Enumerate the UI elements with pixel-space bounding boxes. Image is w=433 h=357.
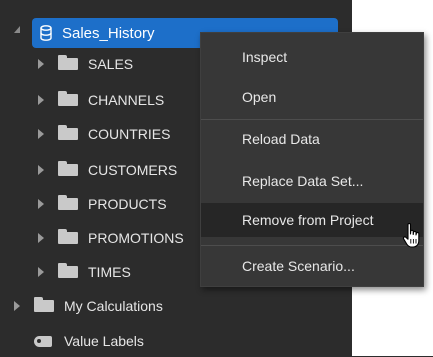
folder-icon <box>58 195 78 210</box>
menu-separator <box>201 119 423 120</box>
tree-root-label: Sales_History <box>62 24 155 42</box>
tree-item-label: TIMES <box>88 264 131 280</box>
menu-item-reload-data[interactable]: Reload Data <box>201 122 423 156</box>
tree-item-sales[interactable]: SALES <box>38 48 133 80</box>
tree-item-channels[interactable]: CHANNELS <box>38 84 164 116</box>
expand-arrow-icon[interactable] <box>38 59 44 69</box>
tree-item-my-calculations[interactable]: My Calculations <box>14 290 163 322</box>
menu-item-remove-from-project[interactable]: Remove from Project <box>201 203 423 237</box>
folder-icon <box>58 125 78 140</box>
folder-icon <box>58 161 78 176</box>
expand-arrow-icon[interactable] <box>38 267 44 277</box>
folder-icon <box>58 229 78 244</box>
expand-arrow-icon[interactable] <box>38 129 44 139</box>
tree-item-label: PROMOTIONS <box>88 230 184 246</box>
menu-item-label: Open <box>242 89 277 105</box>
menu-item-open[interactable]: Open <box>201 80 423 114</box>
context-menu: Inspect Open Reload Data Replace Data Se… <box>200 32 424 287</box>
tree-item-label: CUSTOMERS <box>88 162 178 178</box>
tree-item-label: COUNTRIES <box>88 126 171 142</box>
menu-item-label: Inspect <box>242 49 288 65</box>
tree-item-label: Value Labels <box>64 333 144 349</box>
expand-arrow-icon[interactable] <box>38 199 44 209</box>
folder-icon <box>58 91 78 106</box>
menu-item-replace-data-set[interactable]: Replace Data Set... <box>201 164 423 198</box>
tree-item-products[interactable]: PRODUCTS <box>38 188 167 220</box>
expand-arrow-icon[interactable] <box>14 301 20 311</box>
tree-item-label: My Calculations <box>64 298 163 314</box>
menu-item-create-scenario[interactable]: Create Scenario... <box>201 249 423 283</box>
menu-item-label: Remove from Project <box>242 212 374 228</box>
menu-separator <box>201 245 423 246</box>
expand-arrow-icon[interactable] <box>38 95 44 105</box>
folder-icon <box>58 263 78 278</box>
database-icon <box>40 25 52 41</box>
menu-item-label: Create Scenario... <box>242 258 355 274</box>
expand-arrow-icon[interactable] <box>38 233 44 243</box>
tree-item-label: SALES <box>88 56 134 72</box>
menu-item-label: Replace Data Set... <box>242 173 364 189</box>
tree-item-times[interactable]: TIMES <box>38 256 131 288</box>
tree-item-value-labels[interactable]: Value Labels <box>34 325 144 357</box>
tree-item-label: PRODUCTS <box>88 196 167 212</box>
expand-arrow-icon[interactable] <box>38 165 44 175</box>
tag-icon <box>34 335 52 347</box>
tree-item-label: CHANNELS <box>88 92 165 108</box>
hand-cursor-icon <box>402 222 420 248</box>
folder-icon <box>58 55 78 70</box>
tree-item-promotions[interactable]: PROMOTIONS <box>38 222 184 254</box>
collapse-arrow-icon[interactable] <box>14 26 20 33</box>
tree-item-customers[interactable]: CUSTOMERS <box>38 154 177 186</box>
tree-item-countries[interactable]: COUNTRIES <box>38 118 170 150</box>
folder-icon <box>34 297 54 312</box>
menu-item-label: Reload Data <box>242 131 320 147</box>
menu-item-inspect[interactable]: Inspect <box>201 40 423 74</box>
